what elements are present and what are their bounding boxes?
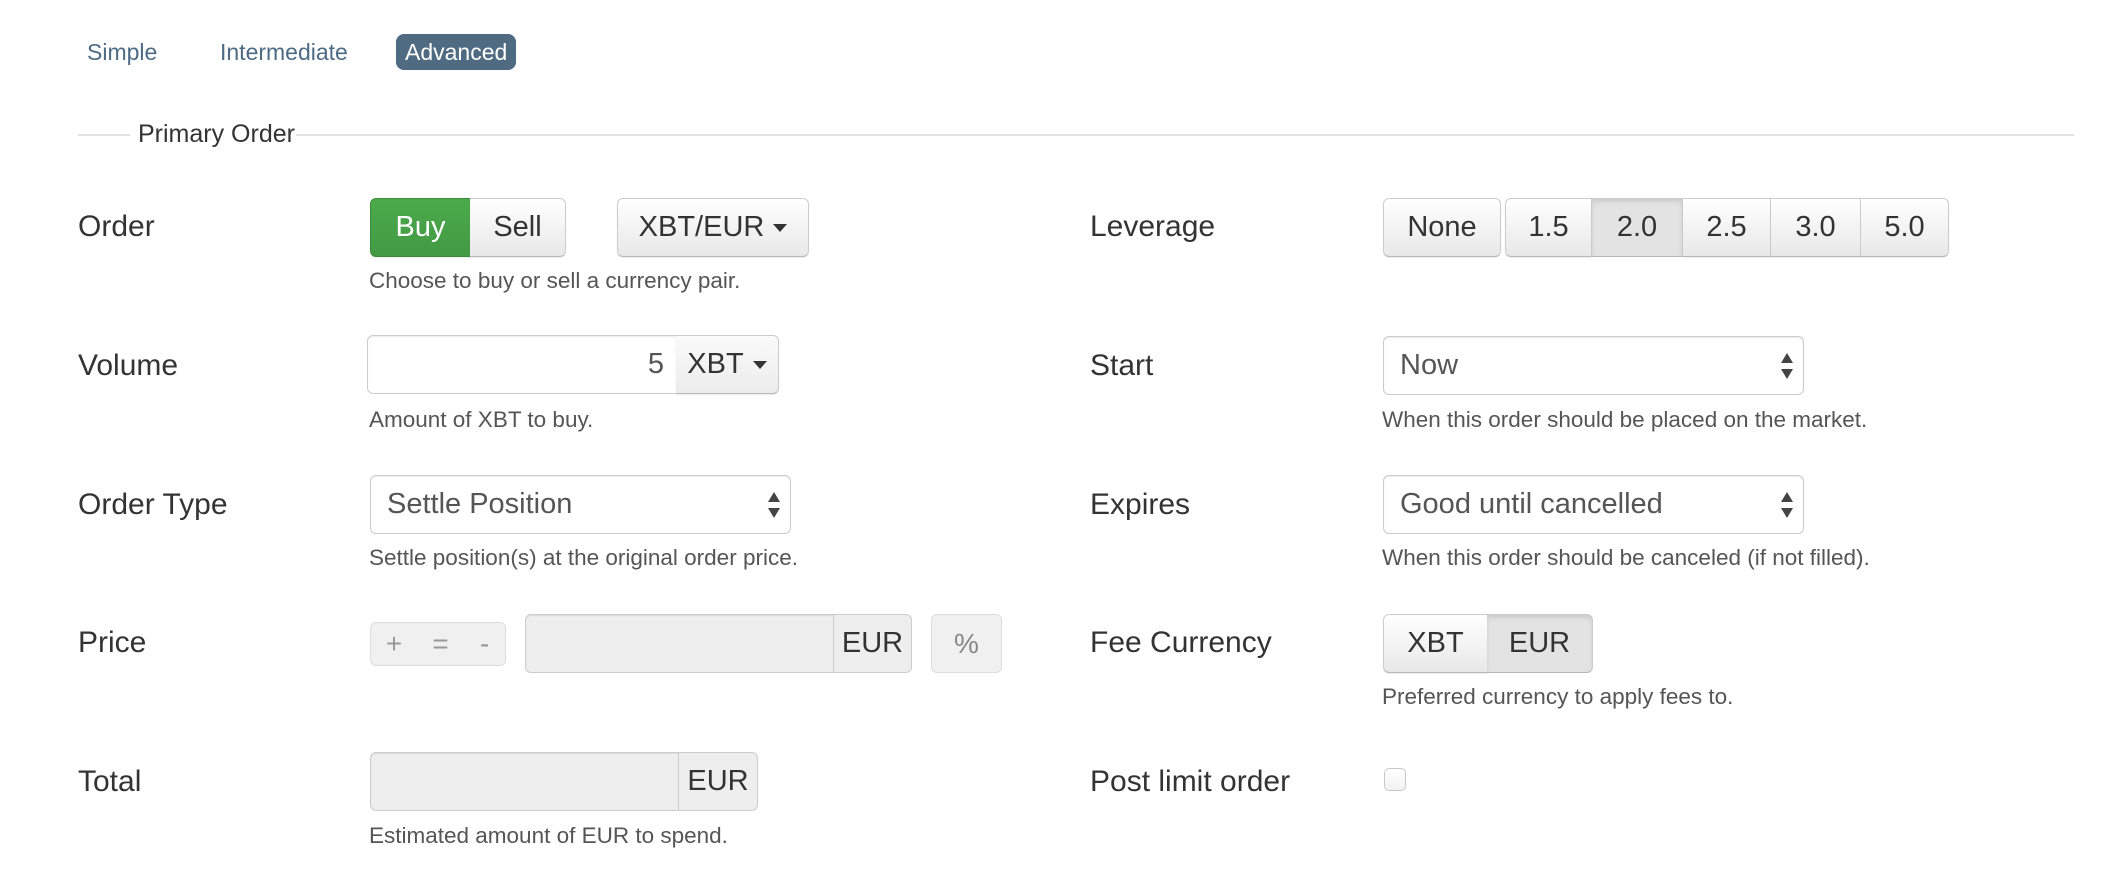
fieldset-divider-left xyxy=(78,134,130,136)
order-type-select[interactable]: Settle Position xyxy=(370,475,791,534)
price-minus-button[interactable]: - xyxy=(464,622,506,666)
fee-currency-help: Preferred currency to apply fees to. xyxy=(1382,684,1734,709)
order-type-label: Order Type xyxy=(78,488,228,521)
volume-help: Amount of XBT to buy. xyxy=(369,407,594,432)
start-select[interactable]: Now xyxy=(1383,336,1804,395)
total-input[interactable] xyxy=(370,752,680,811)
select-arrows-icon xyxy=(1781,352,1793,379)
volume-label: Volume xyxy=(78,349,179,382)
order-label: Order xyxy=(78,210,155,243)
buy-button[interactable]: Buy xyxy=(370,198,471,257)
fieldset-divider-right xyxy=(296,134,2074,136)
volume-unit-dropdown[interactable]: XBT xyxy=(676,335,779,394)
post-limit-checkbox[interactable] xyxy=(1384,768,1406,791)
price-input[interactable] xyxy=(525,614,835,673)
leverage-option-button[interactable]: 5.0 xyxy=(1861,198,1949,257)
start-help: When this order should be placed on the … xyxy=(1382,407,1868,432)
start-value: Now xyxy=(1400,349,1459,381)
leverage-option-button[interactable]: 3.0 xyxy=(1771,198,1861,257)
post-limit-label: Post limit order xyxy=(1090,765,1291,798)
tab-intermediate[interactable]: Intermediate xyxy=(220,34,348,70)
leverage-label: Leverage xyxy=(1090,210,1216,243)
price-unit-addon: EUR xyxy=(833,614,912,673)
volume-input[interactable]: 5 xyxy=(367,335,677,394)
sell-button[interactable]: Sell xyxy=(470,198,566,257)
fee-currency-label: Fee Currency xyxy=(1090,626,1272,659)
volume-unit-label: XBT xyxy=(687,348,744,380)
fieldset-legend: Primary Order xyxy=(138,120,295,148)
total-help: Estimated amount of EUR to spend. xyxy=(369,823,728,848)
fee-currency-eur-button[interactable]: EUR xyxy=(1487,614,1593,673)
volume-value: 5 xyxy=(647,348,664,380)
tab-simple[interactable]: Simple xyxy=(87,34,157,70)
leverage-option-button[interactable]: 2.0 xyxy=(1592,198,1683,257)
start-label: Start xyxy=(1090,349,1154,382)
expires-label: Expires xyxy=(1090,488,1191,521)
select-arrows-icon xyxy=(1781,491,1793,518)
currency-pair-dropdown[interactable]: XBT/EUR xyxy=(617,198,809,257)
leverage-option-button[interactable]: 2.5 xyxy=(1683,198,1771,257)
leverage-none-button[interactable]: None xyxy=(1383,198,1501,257)
caret-down-icon xyxy=(752,360,767,369)
expires-help: When this order should be canceled (if n… xyxy=(1382,545,1870,570)
expires-value: Good until cancelled xyxy=(1400,488,1663,520)
total-label: Total xyxy=(78,765,142,798)
order-type-help: Settle position(s) at the original order… xyxy=(369,545,798,570)
tab-advanced[interactable]: Advanced xyxy=(396,34,517,70)
total-unit-addon: EUR xyxy=(678,752,758,811)
leverage-option-button[interactable]: 1.5 xyxy=(1505,198,1592,257)
caret-down-icon xyxy=(773,223,788,232)
price-plus-button[interactable]: + xyxy=(370,622,418,666)
currency-pair-label: XBT/EUR xyxy=(638,211,765,243)
expires-select[interactable]: Good until cancelled xyxy=(1383,475,1804,534)
order-type-value: Settle Position xyxy=(387,488,573,520)
price-percent-button[interactable]: % xyxy=(931,614,1002,673)
fee-currency-xbt-button[interactable]: XBT xyxy=(1383,614,1488,673)
order-help: Choose to buy or sell a currency pair. xyxy=(369,268,741,293)
select-arrows-icon xyxy=(768,491,780,518)
price-equals-button[interactable]: = xyxy=(417,622,465,666)
price-label: Price xyxy=(78,626,147,659)
